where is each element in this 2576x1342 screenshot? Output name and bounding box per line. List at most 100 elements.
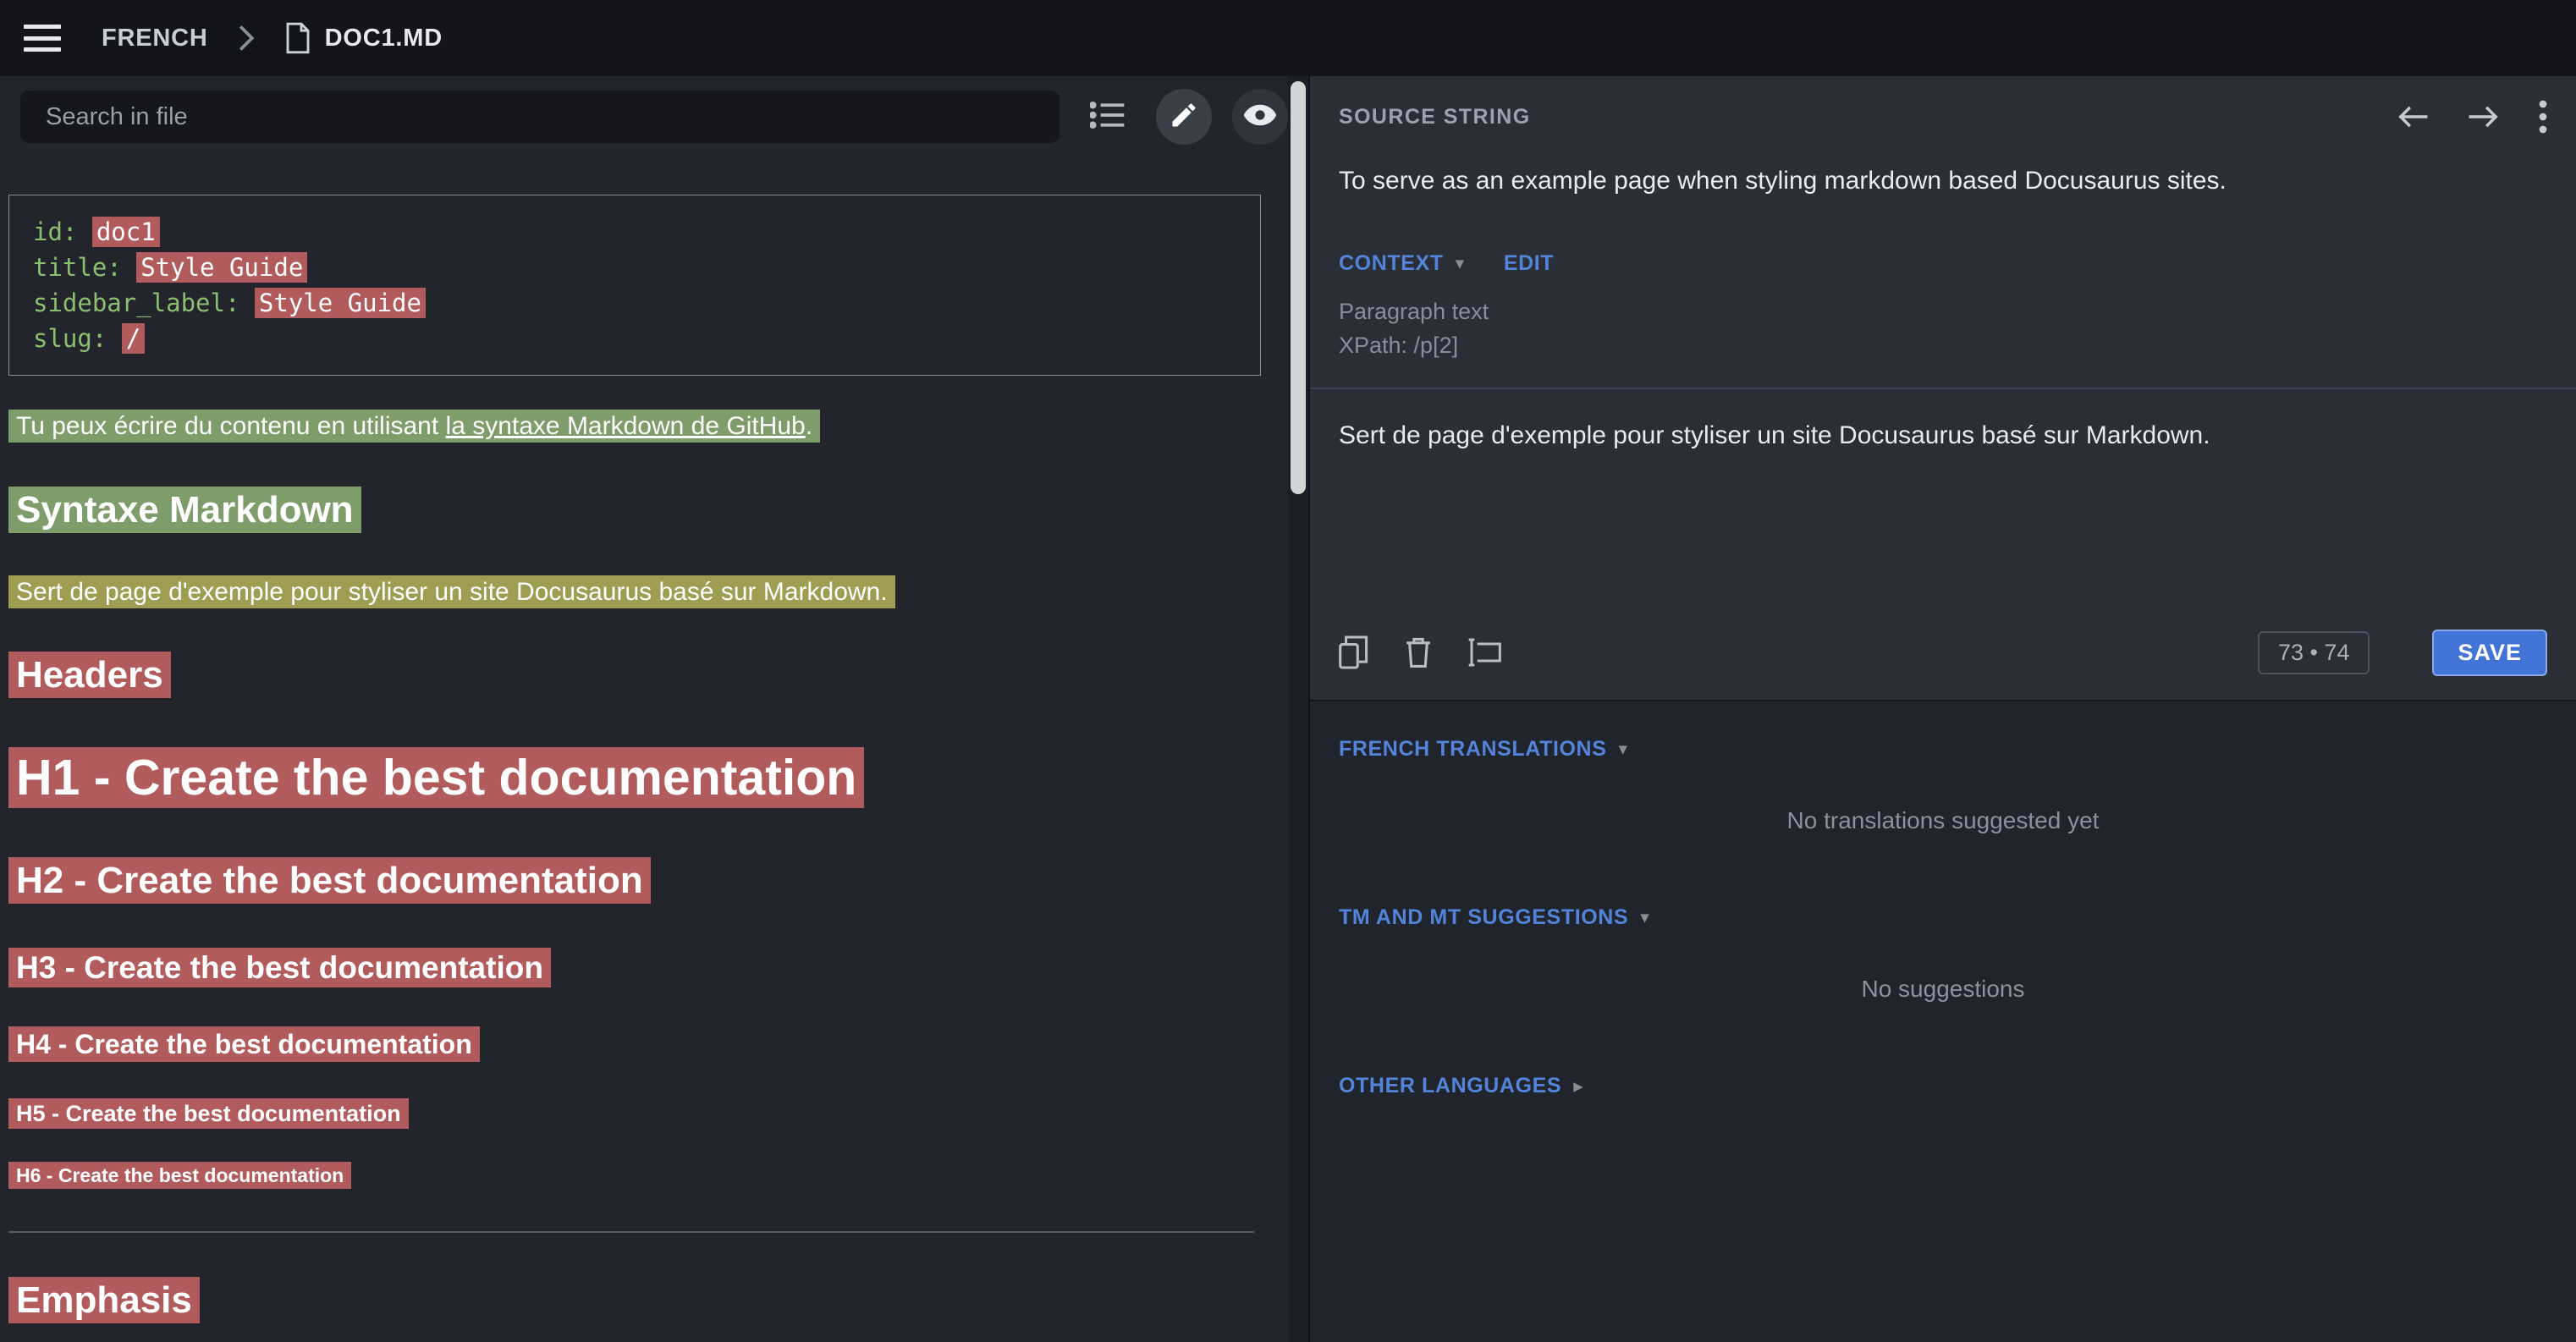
frontmatter-line: slug: / (33, 321, 1236, 356)
menu-icon (24, 25, 61, 29)
doc-block-h3: H3 - Create the best documentation (8, 947, 1258, 989)
list-icon (1090, 100, 1126, 135)
french-translations-label: FRENCH TRANSLATIONS (1339, 737, 1606, 762)
suggestions-section: FRENCH TRANSLATIONS ▾ No translations su… (1310, 700, 2576, 1342)
translation-panel: SOURCE STRING To serve as an example pag… (1308, 76, 2576, 1342)
breadcrumb-project[interactable]: FRENCH (102, 25, 208, 52)
doc-block-h2: Headers (8, 650, 1258, 700)
translatable-string[interactable]: Tu peux écrire du contenu en utilisant l… (8, 410, 820, 443)
translatable-string[interactable]: H5 - Create the best documentation (8, 1098, 409, 1129)
scrollbar (1288, 76, 1308, 1342)
save-button[interactable]: SAVE (2432, 630, 2547, 676)
other-languages-label: OTHER LANGUAGES (1339, 1074, 1561, 1098)
doc-horizontal-rule (8, 1231, 1254, 1233)
frontmatter-value-string[interactable]: Style Guide (255, 288, 426, 318)
clear-translation-button[interactable] (1405, 636, 1432, 668)
translatable-string[interactable]: Sert de page d'exemple pour styliser un … (8, 575, 895, 608)
translation-input[interactable]: Sert de page d'exemple pour styliser un … (1310, 389, 2576, 616)
chevron-down-icon: ▾ (1618, 739, 1627, 760)
arrow-left-icon (2397, 103, 2429, 130)
frontmatter-value-string[interactable]: / (122, 323, 145, 354)
frontmatter-key: title: (33, 253, 136, 282)
doc-block-h5: H5 - Create the best documentation (8, 1098, 1258, 1129)
arrow-right-icon (2468, 103, 2500, 130)
text-edit-tool-button[interactable] (1467, 638, 1501, 667)
pencil-icon (1169, 100, 1199, 135)
doc-block-h2: H2 - Create the best documentation (8, 855, 1258, 905)
frontmatter-key: id: (33, 217, 92, 246)
translatable-string[interactable]: H4 - Create the best documentation (8, 1026, 480, 1062)
context-toggle[interactable]: CONTEXT ▾ (1339, 251, 1465, 276)
chevron-down-icon: ▾ (1640, 907, 1649, 928)
doc-block-h4: H4 - Create the best documentation (8, 1026, 1258, 1063)
tm-mt-suggestions-toggle[interactable]: TM AND MT SUGGESTIONS ▾ (1339, 905, 1649, 930)
doc-text-segment: H4 - Create the best documentation (16, 1029, 472, 1059)
copy-icon (1339, 635, 1369, 669)
text-cursor-box-icon (1467, 638, 1501, 667)
doc-text-segment: . (806, 412, 812, 440)
source-string-label: SOURCE STRING (1339, 105, 1531, 129)
tm-mt-suggestions-label: TM AND MT SUGGESTIONS (1339, 905, 1628, 930)
doc-text-segment: Tu peux écrire du contenu en utilisant (16, 412, 446, 440)
doc-block-h6: H6 - Create the best documentation (8, 1163, 1258, 1189)
doc-text-segment: H5 - Create the best documentation (16, 1101, 401, 1126)
more-options-button[interactable] (2539, 100, 2547, 134)
suggestions-empty-text: No suggestions (1310, 930, 2576, 1038)
preview-mode-button[interactable] (1232, 89, 1288, 145)
previous-string-button[interactable] (2397, 103, 2429, 130)
translatable-string[interactable]: H1 - Create the best documentation (8, 747, 864, 808)
context-type-text: Paragraph text (1339, 294, 2547, 328)
edit-context-button[interactable]: EDIT (1504, 251, 1554, 276)
copy-source-button[interactable] (1339, 635, 1369, 669)
search-row (0, 76, 1308, 157)
doc-text-segment: la syntaxe Markdown de GitHub (446, 412, 806, 440)
french-translations-toggle[interactable]: FRENCH TRANSLATIONS ▾ (1339, 737, 1628, 762)
translatable-string[interactable]: H6 - Create the best documentation (8, 1162, 351, 1189)
trash-icon (1405, 636, 1432, 668)
source-string-section: SOURCE STRING To serve as an example pag… (1310, 76, 2576, 700)
frontmatter-block: id: doc1title: Style Guidesidebar_label:… (8, 195, 1261, 376)
doc-text-segment: H3 - Create the best documentation (16, 950, 543, 985)
doc-block-h1: H1 - Create the best documentation (8, 745, 1258, 812)
translatable-string[interactable]: Emphasis (8, 1277, 200, 1323)
strings-list-button[interactable] (1080, 89, 1136, 145)
doc-text-segment: Emphasis (16, 1279, 192, 1321)
translatable-string[interactable]: Syntaxe Markdown (8, 487, 361, 533)
doc-text-segment: H1 - Create the best documentation (16, 750, 856, 806)
search-input[interactable] (20, 91, 1060, 143)
translatable-string[interactable]: H3 - Create the best documentation (8, 948, 551, 987)
doc-block-p: Sert de page d'exemple pour styliser un … (8, 575, 1258, 610)
chevron-right-icon: ▸ (1573, 1075, 1583, 1097)
character-counter: 73 • 74 (2258, 631, 2370, 674)
scrollbar-thumb[interactable] (1291, 81, 1306, 494)
source-string-text: To serve as an example page when styling… (1310, 164, 2576, 199)
frontmatter-value-string[interactable]: Style Guide (136, 252, 307, 283)
translation-toolbar: 73 • 74 SAVE (1310, 616, 2576, 700)
context-label: CONTEXT (1339, 251, 1444, 276)
translatable-string[interactable]: H2 - Create the best documentation (8, 857, 651, 904)
chevron-down-icon: ▾ (1456, 253, 1465, 274)
translations-empty-text: No translations suggested yet (1310, 762, 2576, 870)
breadcrumb-chevron-icon (237, 24, 256, 52)
context-xpath-text: XPath: /p[2] (1339, 328, 2547, 362)
file-preview-panel: id: doc1title: Style Guidesidebar_label:… (0, 76, 1308, 1342)
frontmatter-line: sidebar_label: Style Guide (33, 285, 1236, 321)
translatable-string[interactable]: Headers (8, 652, 171, 698)
doc-text-segment: H2 - Create the best documentation (16, 860, 643, 901)
doc-block-p: Tu peux écrire du contenu en utilisant l… (8, 410, 1258, 444)
edit-mode-button[interactable] (1156, 89, 1212, 145)
frontmatter-key: slug: (33, 324, 122, 353)
document-preview: Tu peux écrire du contenu en utilisant l… (0, 410, 1308, 1342)
frontmatter-line: title: Style Guide (33, 250, 1236, 285)
doc-text-segment: Sert de page d'exemple pour styliser un … (16, 578, 888, 606)
kebab-menu-icon (2539, 100, 2547, 134)
menu-button[interactable] (24, 25, 61, 52)
breadcrumb-file[interactable]: DOC1.MD (325, 25, 443, 52)
frontmatter-value-string[interactable]: doc1 (92, 217, 160, 247)
top-bar: FRENCH DOC1.MD (0, 0, 2576, 76)
next-string-button[interactable] (2468, 103, 2500, 130)
file-icon (284, 21, 311, 55)
doc-text-segment: H6 - Create the best documentation (16, 1164, 344, 1186)
other-languages-toggle[interactable]: OTHER LANGUAGES ▸ (1339, 1074, 1583, 1098)
doc-block-h2: Syntaxe Markdown (8, 485, 1258, 535)
